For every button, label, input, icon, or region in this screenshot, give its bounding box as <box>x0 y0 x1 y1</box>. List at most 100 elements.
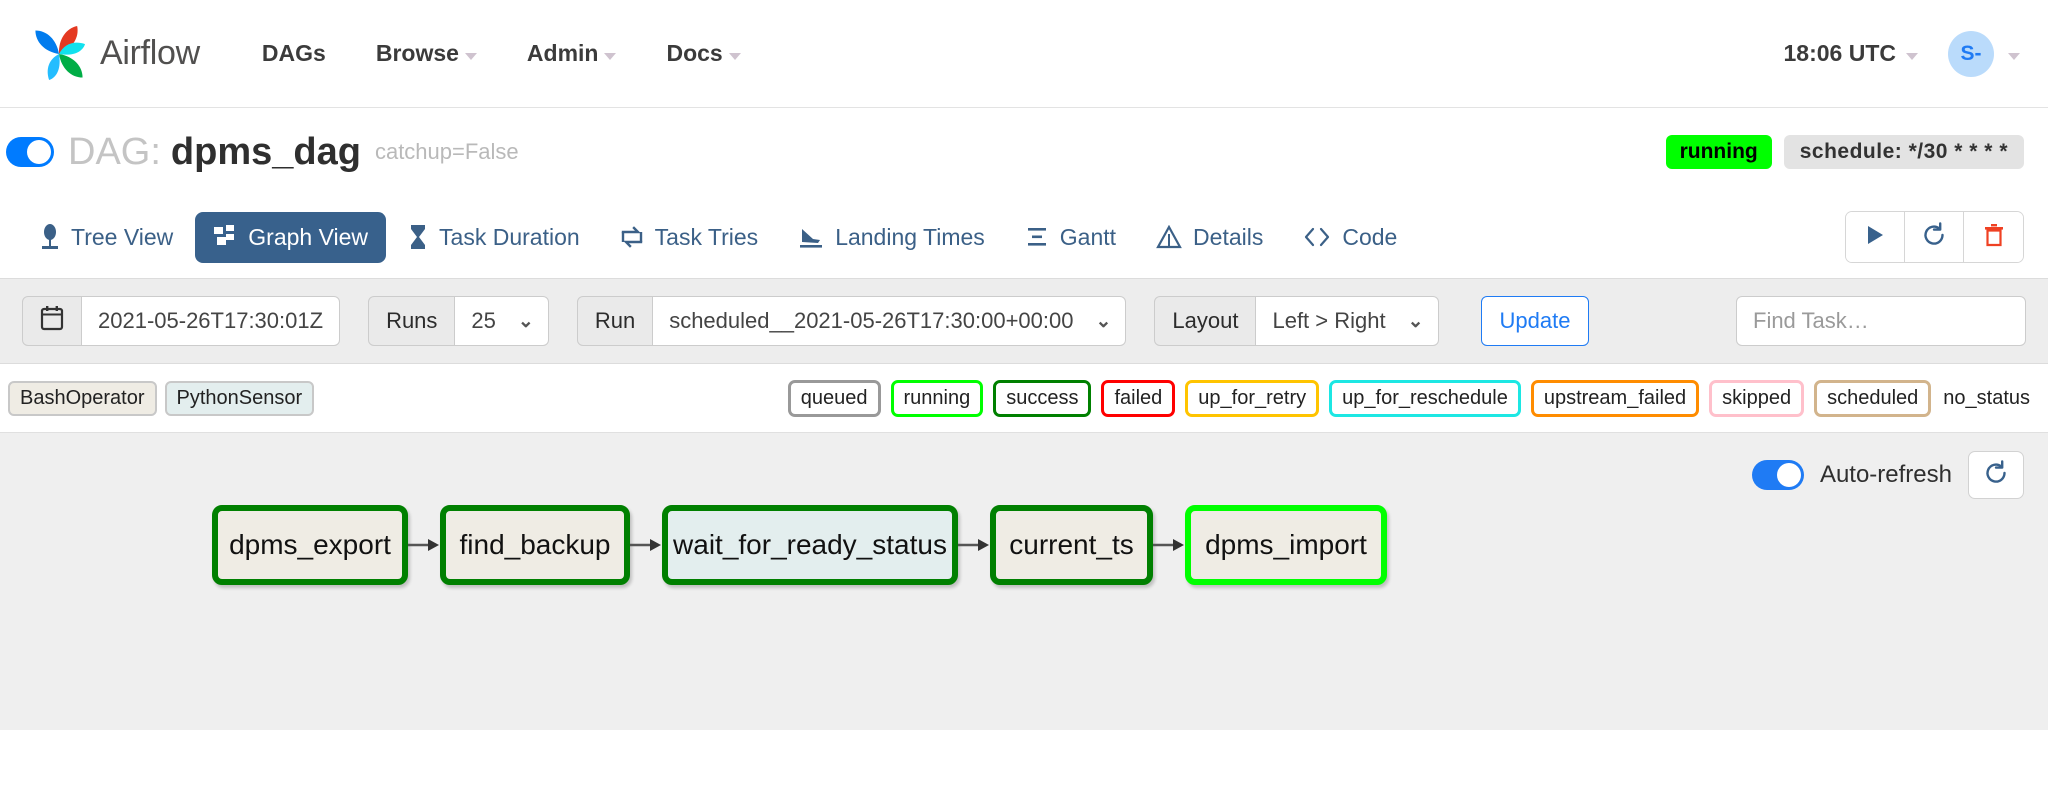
runs-label: Runs <box>368 296 455 346</box>
trash-icon <box>1983 223 2005 252</box>
task-node-wait-for-ready-status[interactable]: wait_for_ready_status <box>662 505 958 585</box>
nav-item-browse-label: Browse <box>376 40 459 67</box>
update-button[interactable]: Update <box>1481 296 1590 346</box>
primary-nav: DAGs Browse Admin Docs <box>262 40 741 67</box>
auto-refresh-toggle[interactable] <box>1752 460 1804 490</box>
graph-canvas[interactable]: Auto-refresh dpms_export find_backup wai… <box>0 432 2048 730</box>
status-legend-no-status: no_status <box>1941 383 2032 414</box>
edge-arrow <box>1153 535 1185 555</box>
navbar-right-cluster: 18:06 UTC S- <box>1784 31 2020 77</box>
edge-arrow <box>408 535 440 555</box>
status-legend-success[interactable]: success <box>993 380 1091 417</box>
code-icon <box>1303 226 1331 248</box>
status-legend-scheduled[interactable]: scheduled <box>1814 380 1931 417</box>
user-menu[interactable]: S- <box>1948 31 2020 77</box>
layout-select-group: Layout Left > Right ⌄ <box>1154 296 1438 346</box>
auto-refresh-label: Auto-refresh <box>1820 461 1952 489</box>
top-navbar: Airflow DAGs Browse Admin Docs 18:06 UTC… <box>0 0 2048 108</box>
tab-task-tries[interactable]: Task Tries <box>602 212 777 263</box>
dag-header-badges: running schedule: */30 * * * * <box>1666 135 2024 169</box>
run-select-group: Run scheduled__2021-05-26T17:30:00+00:00… <box>577 296 1127 346</box>
nav-item-docs[interactable]: Docs <box>666 40 740 67</box>
tab-tree-view-label: Tree View <box>71 224 173 251</box>
num-runs-value: 25 <box>471 308 495 334</box>
landing-icon <box>798 225 824 249</box>
task-node-current-ts[interactable]: current_ts <box>990 505 1153 585</box>
tab-details-label: Details <box>1193 224 1263 251</box>
status-legend-upstream-failed[interactable]: upstream_failed <box>1531 380 1699 417</box>
brand-label: Airflow <box>100 34 200 73</box>
schedule-badge[interactable]: schedule: */30 * * * * <box>1784 135 2024 169</box>
task-graph: dpms_export find_backup wait_for_ready_s… <box>212 505 1387 585</box>
edge-arrow <box>958 535 990 555</box>
chevron-down-icon: ⌄ <box>518 310 534 333</box>
layout-value: Left > Right <box>1272 308 1385 334</box>
status-legend-up-for-retry[interactable]: up_for_retry <box>1185 380 1319 417</box>
tab-graph-view-label: Graph View <box>248 224 368 251</box>
play-icon <box>1864 224 1886 251</box>
task-node-label: dpms_import <box>1205 529 1367 561</box>
dag-pause-toggle[interactable] <box>6 137 54 167</box>
hourglass-icon <box>408 224 428 250</box>
nav-item-dags-label: DAGs <box>262 40 326 67</box>
trigger-dag-button[interactable] <box>1846 212 1905 262</box>
nav-item-browse[interactable]: Browse <box>376 40 477 67</box>
status-legend-failed[interactable]: failed <box>1101 380 1175 417</box>
tab-code[interactable]: Code <box>1285 212 1415 263</box>
brand-home-link[interactable]: Airflow <box>28 23 200 85</box>
find-task-input[interactable]: Find Task… <box>1736 296 2026 346</box>
chevron-down-icon <box>2008 53 2020 60</box>
task-node-label: dpms_export <box>229 529 391 561</box>
graph-toolbar: Auto-refresh <box>1752 451 2024 499</box>
delete-dag-button[interactable] <box>1964 212 2023 262</box>
view-tabs-bar: Tree View Graph View Task Duration Task … <box>0 196 2048 278</box>
layout-select[interactable]: Left > Right ⌄ <box>1256 296 1438 346</box>
dag-run-select[interactable]: scheduled__2021-05-26T17:30:00+00:00 ⌄ <box>653 296 1126 346</box>
tab-task-tries-label: Task Tries <box>655 224 759 251</box>
page-title: dpms_dag <box>171 131 361 174</box>
nav-item-admin-label: Admin <box>527 40 599 67</box>
nav-item-dags[interactable]: DAGs <box>262 40 326 67</box>
status-legend-skipped[interactable]: skipped <box>1709 380 1804 417</box>
timezone-label: 18:06 UTC <box>1784 40 1896 67</box>
tab-task-duration[interactable]: Task Duration <box>390 212 598 263</box>
task-node-dpms-import[interactable]: dpms_import <box>1185 505 1387 585</box>
edge-arrow <box>630 535 662 555</box>
task-node-find-backup[interactable]: find_backup <box>440 505 630 585</box>
chevron-down-icon: ⌄ <box>1095 310 1111 333</box>
chevron-down-icon: ⌄ <box>1408 310 1424 333</box>
tab-graph-view[interactable]: Graph View <box>195 212 386 263</box>
tab-task-duration-label: Task Duration <box>439 224 580 251</box>
tab-landing-times[interactable]: Landing Times <box>780 212 1003 263</box>
task-node-label: wait_for_ready_status <box>673 529 947 561</box>
tab-tree-view[interactable]: Tree View <box>22 212 191 263</box>
dag-header: DAG: dpms_dag catchup=False running sche… <box>0 108 2048 196</box>
refresh-dag-button[interactable] <box>1905 212 1964 262</box>
status-legend-queued[interactable]: queued <box>788 380 881 417</box>
tab-details[interactable]: Details <box>1138 212 1281 263</box>
graph-refresh-button[interactable] <box>1968 451 2024 499</box>
task-node-dpms-export[interactable]: dpms_export <box>212 505 408 585</box>
status-legend-running[interactable]: running <box>891 380 984 417</box>
gantt-icon <box>1025 225 1049 249</box>
tab-landing-times-label: Landing Times <box>835 224 985 251</box>
status-legend-up-for-reschedule[interactable]: up_for_reschedule <box>1329 380 1521 417</box>
graph-filter-bar: 2021-05-26T17:30:01Z Runs 25 ⌄ Run sched… <box>0 278 2048 364</box>
base-date-input[interactable]: 2021-05-26T17:30:01Z <box>82 296 340 346</box>
avatar: S- <box>1948 31 1994 77</box>
chevron-down-icon <box>729 53 741 60</box>
nav-item-admin[interactable]: Admin <box>527 40 617 67</box>
tab-gantt-label: Gantt <box>1060 224 1116 251</box>
operator-tag-pythonsensor[interactable]: PythonSensor <box>165 381 315 416</box>
airflow-logo-icon <box>28 23 90 85</box>
calendar-button[interactable] <box>22 296 82 346</box>
legend-bar: BashOperator PythonSensor queued running… <box>0 364 2048 432</box>
timezone-selector[interactable]: 18:06 UTC <box>1784 40 1918 67</box>
operator-tag-bashoperator[interactable]: BashOperator <box>8 381 157 416</box>
chevron-down-icon <box>604 53 616 60</box>
task-node-label: current_ts <box>1009 529 1134 561</box>
tab-gantt[interactable]: Gantt <box>1007 212 1134 263</box>
num-runs-select[interactable]: 25 ⌄ <box>455 296 548 346</box>
refresh-icon <box>1921 222 1947 253</box>
nav-item-docs-label: Docs <box>666 40 722 67</box>
